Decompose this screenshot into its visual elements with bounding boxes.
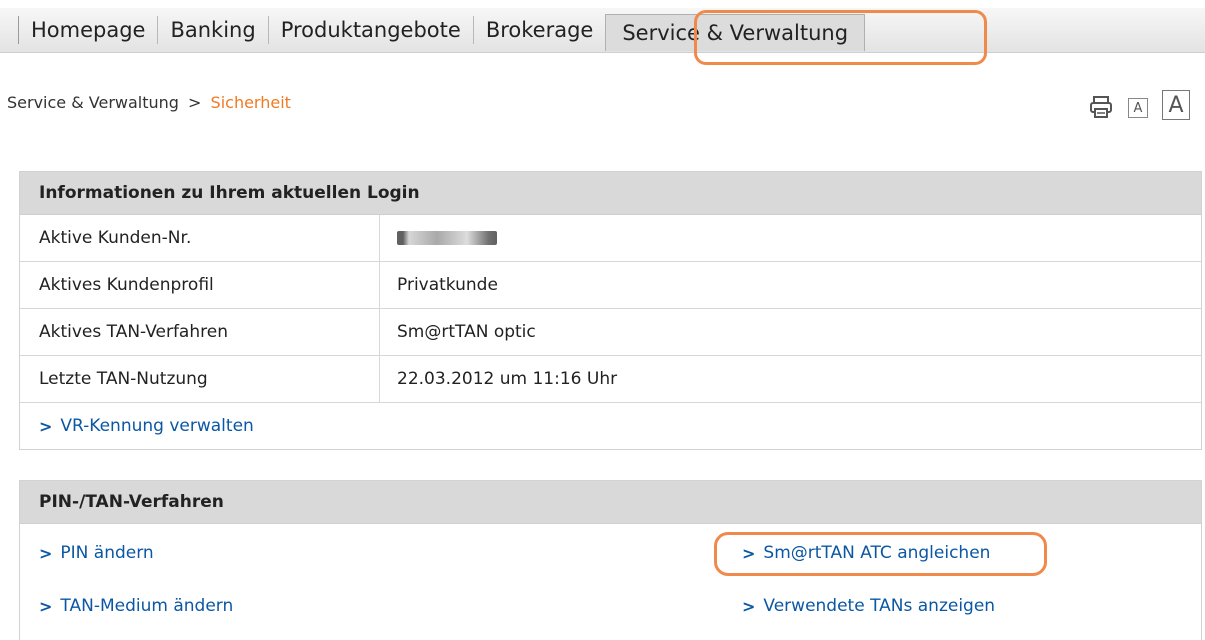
row-label: Aktives TAN-Verfahren [20, 309, 380, 355]
breadcrumb-parent[interactable]: Service & Verwaltung [7, 93, 179, 112]
top-navigation: Homepage Banking Produktangebote Brokera… [0, 8, 1205, 53]
chevron-right-icon: > [39, 543, 53, 563]
table-row: Letzte TAN-Nutzung 22.03.2012 um 11:16 U… [20, 356, 1201, 403]
link-label: Verwendete TANs anzeigen [763, 596, 996, 616]
row-value [380, 215, 497, 261]
breadcrumb-separator: > [188, 93, 202, 112]
table-row: Aktives TAN-Verfahren Sm@rtTAN optic [20, 309, 1201, 356]
link-smartan-atc-angleichen[interactable]: > Sm@rtTAN ATC angleichen [742, 543, 990, 563]
pin-tan-panel: PIN-/TAN-Verfahren > PIN ändern > TAN-Me… [19, 480, 1202, 640]
tab-banking[interactable]: Banking [157, 16, 267, 44]
table-row: Aktive Kunden-Nr. [20, 215, 1201, 262]
breadcrumb-current: Sicherheit [210, 93, 291, 112]
link-vr-kennung-verwalten[interactable]: > VR-Kennung verwalten [39, 416, 254, 436]
nav-tabs: Homepage Banking Produktangebote Brokera… [18, 8, 866, 52]
chevron-right-icon: > [742, 543, 756, 563]
link-label: Sm@rtTAN ATC angleichen [763, 543, 991, 563]
font-size-large-button[interactable]: A [1162, 90, 1190, 120]
link-label: PIN ändern [60, 543, 154, 563]
pin-tan-title: PIN-/TAN-Verfahren [20, 481, 1201, 524]
tab-brokerage[interactable]: Brokerage [472, 16, 606, 44]
breadcrumb: Service & Verwaltung > Sicherheit [7, 93, 291, 112]
login-info-title: Informationen zu Ihrem aktuellen Login [20, 172, 1201, 215]
table-row: > VR-Kennung verwalten [20, 403, 1201, 449]
tab-homepage[interactable]: Homepage [18, 16, 157, 44]
chevron-right-icon: > [39, 416, 53, 436]
link-pin-aendern[interactable]: > PIN ändern [39, 543, 154, 563]
tab-service-verwaltung[interactable]: Service & Verwaltung [605, 13, 866, 51]
link-label: TAN-Medium ändern [60, 596, 234, 616]
chevron-right-icon: > [742, 596, 756, 616]
link-label: VR-Kennung verwalten [60, 416, 254, 436]
row-label: Aktives Kundenprofil [20, 262, 380, 308]
pin-tan-links: > PIN ändern > TAN-Medium ändern > Sm@rt… [20, 524, 1201, 616]
chevron-right-icon: > [39, 596, 53, 616]
row-value: 22.03.2012 um 11:16 Uhr [397, 369, 618, 389]
tab-produktangebote[interactable]: Produktangebote [267, 16, 473, 44]
printer-icon[interactable] [1088, 94, 1114, 120]
login-info-panel: Informationen zu Ihrem aktuellen Login A… [19, 171, 1202, 450]
link-verwendete-tans-anzeigen[interactable]: > Verwendete TANs anzeigen [742, 596, 995, 616]
row-value: Sm@rtTAN optic [397, 322, 536, 342]
table-row: Aktives Kundenprofil Privatkunde [20, 262, 1201, 309]
font-size-small-button[interactable]: A [1128, 98, 1148, 118]
row-label: Letzte TAN-Nutzung [20, 356, 380, 402]
row-value: Privatkunde [397, 275, 498, 295]
masked-customer-number [397, 231, 497, 245]
row-label: Aktive Kunden-Nr. [20, 215, 380, 261]
link-tan-medium-aendern[interactable]: > TAN-Medium ändern [39, 596, 233, 616]
page-tools: A A [1088, 90, 1190, 120]
